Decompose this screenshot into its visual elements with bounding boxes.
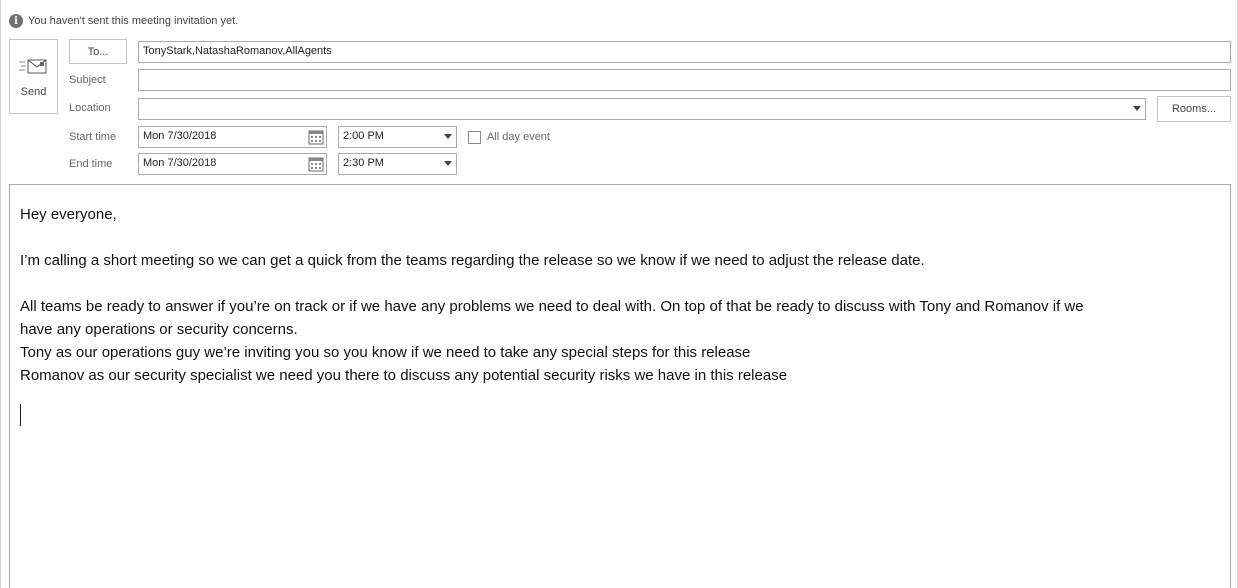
envelope-send-icon xyxy=(18,59,46,74)
end-time-label: End time xyxy=(69,158,113,170)
end-time-field[interactable]: 2:30 PM xyxy=(338,153,457,175)
end-date-field[interactable]: Mon 7/30/2018 xyxy=(138,153,327,175)
location-label: Location xyxy=(69,102,111,114)
meeting-window: i You haven't sent this meeting invitati… xyxy=(0,0,1238,588)
start-time-label: Start time xyxy=(69,131,117,143)
start-time-value: 2:00 PM xyxy=(343,130,384,142)
body-paragraph-2-line-2: have any operations or security concerns… xyxy=(20,321,298,338)
end-time-value: 2:30 PM xyxy=(343,157,384,169)
body-line-tony: Tony as our operations guy we’re invitin… xyxy=(20,344,751,361)
info-text: You haven't sent this meeting invitation… xyxy=(28,15,239,27)
start-date-field[interactable]: Mon 7/30/2018 xyxy=(138,126,327,148)
body-line-romanov: Romanov as our security specialist we ne… xyxy=(20,367,788,384)
rooms-button[interactable]: Rooms... xyxy=(1157,96,1231,122)
calendar-icon[interactable] xyxy=(308,129,324,145)
chevron-down-icon[interactable] xyxy=(444,161,452,166)
body-paragraph-2-line-1: All teams be ready to answer if you’re o… xyxy=(20,298,1084,315)
all-day-checkbox[interactable] xyxy=(468,131,481,144)
text-cursor xyxy=(20,404,21,426)
subject-label: Subject xyxy=(69,74,106,86)
send-button[interactable]: Send xyxy=(9,39,58,114)
start-time-field[interactable]: 2:00 PM xyxy=(338,126,457,148)
body-paragraph-1: I’m calling a short meeting so we can ge… xyxy=(20,252,925,269)
to-button[interactable]: To... xyxy=(69,39,127,64)
info-icon: i xyxy=(9,14,23,28)
send-label: Send xyxy=(20,86,47,98)
info-bar: i You haven't sent this meeting invitati… xyxy=(9,12,238,30)
all-day-label: All day event xyxy=(487,131,550,143)
start-date-value: Mon 7/30/2018 xyxy=(143,130,217,142)
chevron-down-icon[interactable] xyxy=(1133,106,1141,111)
chevron-down-icon[interactable] xyxy=(444,134,452,139)
calendar-icon[interactable] xyxy=(308,156,324,172)
location-field[interactable] xyxy=(138,98,1146,120)
body-greeting: Hey everyone, xyxy=(20,206,117,223)
end-date-value: Mon 7/30/2018 xyxy=(143,157,217,169)
subject-field[interactable] xyxy=(138,69,1231,91)
message-body[interactable]: Hey everyone, I’m calling a short meetin… xyxy=(9,184,1231,588)
to-field[interactable]: TonyStark,NatashaRomanov,AllAgents xyxy=(138,41,1231,63)
